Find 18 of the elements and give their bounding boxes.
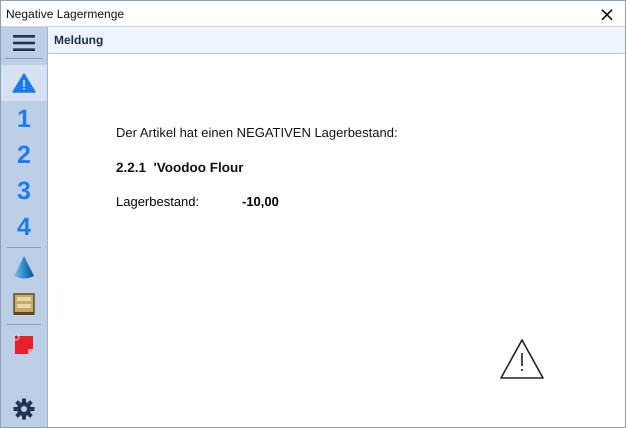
shelf-icon	[12, 292, 36, 316]
warning-icon	[12, 73, 36, 93]
message-text: Der Artikel hat einen NEGATIVEN Lagerbestand:	[116, 125, 399, 140]
menu-icon	[13, 34, 35, 52]
settings-icon	[13, 398, 35, 420]
article-name: 2.2.1 'Voodoo Flour	[116, 160, 244, 175]
sidebar-item[interactable]: 4	[1, 209, 47, 245]
header-title: Meldung	[54, 33, 104, 47]
stock-label: Lagerbestand:	[116, 194, 200, 209]
close-button[interactable]: ×	[589, 1, 625, 26]
cone-icon	[13, 255, 35, 281]
stock-value: -10,00	[242, 194, 279, 209]
sidebar-item[interactable]: 3	[1, 173, 47, 209]
sidebar-item[interactable]: 2	[1, 137, 47, 173]
sidebar-item[interactable]: 1	[1, 101, 47, 137]
window-title: Negative Lagermenge	[5, 6, 124, 20]
note-icon	[13, 334, 35, 356]
warning-icon	[499, 338, 545, 380]
